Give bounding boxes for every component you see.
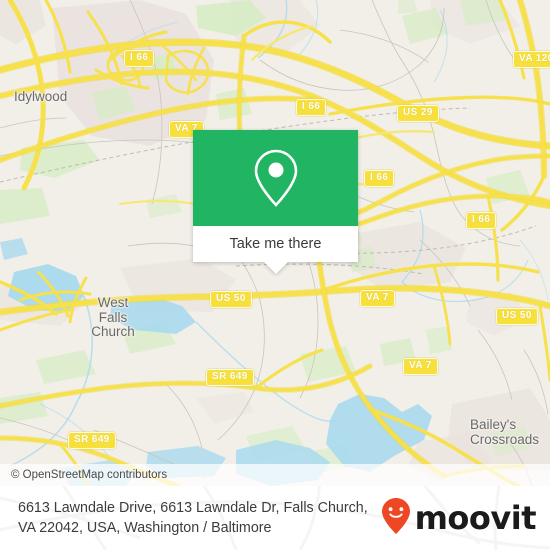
moovit-wordmark: moovit <box>414 499 537 537</box>
address-text: 6613 Lawndale Drive, 6613 Lawndale Dr, F… <box>18 500 368 536</box>
highway-shield: US 50 <box>210 291 252 308</box>
highway-shield: VA 7 <box>403 358 438 375</box>
highway-shield: VA 120 <box>513 51 550 68</box>
place-label: Idylwood <box>14 89 68 104</box>
highway-shield: SR 649 <box>68 432 116 449</box>
highway-shield: I 66 <box>296 99 327 116</box>
highway-shield: I 66 <box>364 170 395 187</box>
map-screenshot: .res { fill:#e8dfdb; } .park { fill:#d4e… <box>0 0 550 550</box>
highway-shield: I 66 <box>124 50 155 67</box>
map-canvas[interactable]: .res { fill:#e8dfdb; } .park { fill:#d4e… <box>0 0 550 486</box>
highway-shield: VA 7 <box>360 290 395 307</box>
place-label: West Falls Church <box>91 295 135 339</box>
popup-header <box>193 130 358 226</box>
highway-shield: SR 649 <box>206 369 254 386</box>
moovit-smiley-pin-logo-icon <box>381 497 411 540</box>
destination-popup-card[interactable]: Take me there <box>193 130 358 274</box>
popup-pointer-tail <box>263 262 288 274</box>
take-me-there-button[interactable]: Take me there <box>193 226 358 262</box>
attribution-text: © OpenStreetMap contributors <box>11 469 168 481</box>
moovit-logo[interactable]: moovit <box>381 497 537 540</box>
place-label: Bailey's Crossroads <box>470 417 540 447</box>
highway-shield: I 66 <box>466 212 497 229</box>
take-me-there-label: Take me there <box>229 236 322 252</box>
map-attribution[interactable]: © OpenStreetMap contributors <box>0 464 550 486</box>
highway-shield: US 29 <box>397 105 439 122</box>
footer-content: 6613 Lawndale Drive, 6613 Lawndale Dr, F… <box>0 486 550 550</box>
highway-shield: US 50 <box>496 308 538 325</box>
map-pin-icon <box>253 148 299 208</box>
footer-bar: 6613 Lawndale Drive, 6613 Lawndale Dr, F… <box>0 486 550 550</box>
